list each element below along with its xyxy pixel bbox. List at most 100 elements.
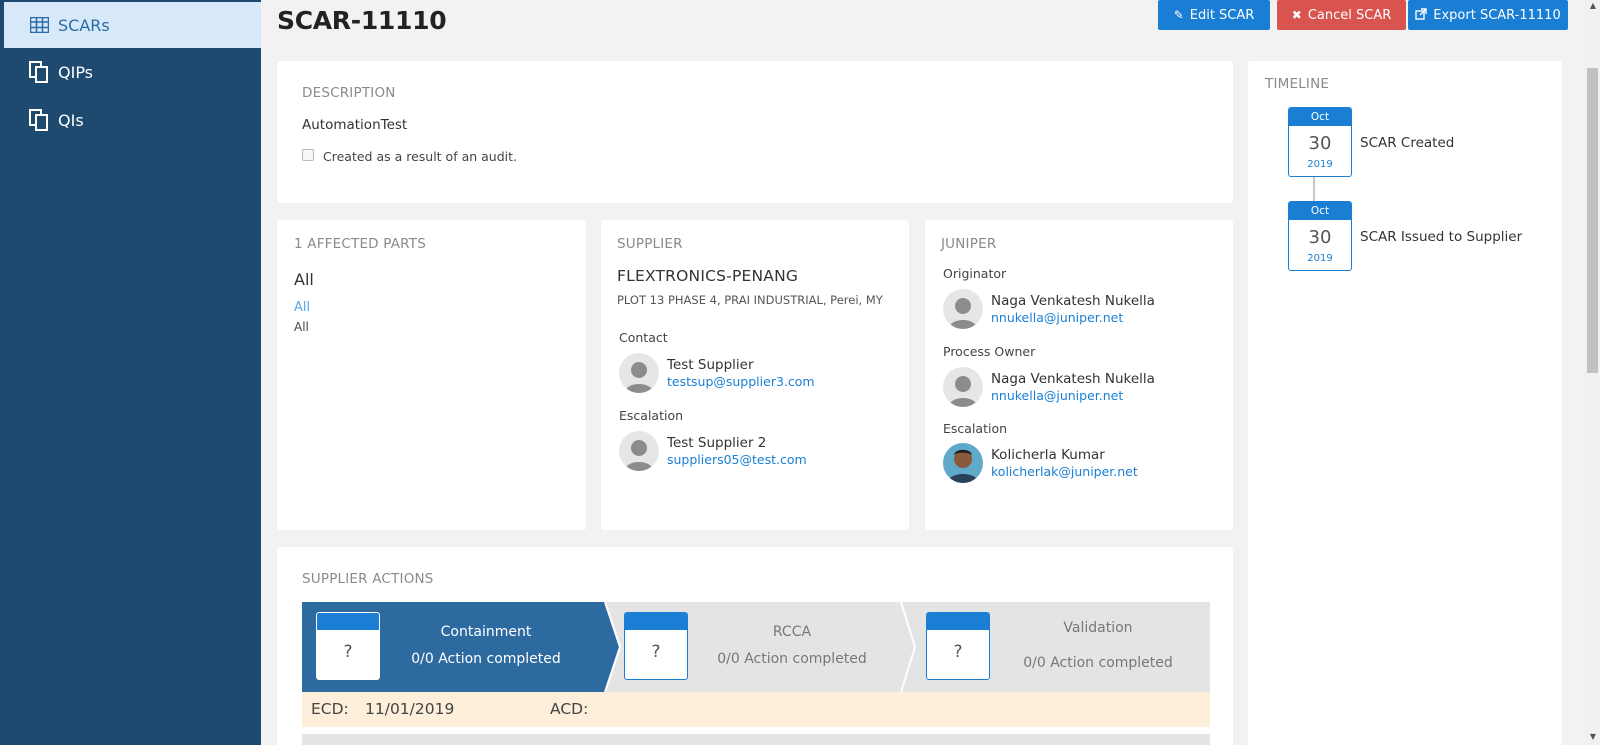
step-title: Validation xyxy=(1063,620,1133,636)
description-heading: DESCRIPTION xyxy=(302,85,396,101)
escalation-label: Escalation xyxy=(619,408,684,423)
timeline-event-label: SCAR Created xyxy=(1360,135,1455,151)
contact-name: Test Supplier xyxy=(667,356,754,373)
action-steps: ? Containment 0/0 Action completed ? RCC… xyxy=(302,602,1210,692)
supplier-address: PLOT 13 PHASE 4, PRAI INDUSTRIAL, Perei,… xyxy=(617,293,883,307)
edit-scar-button[interactable]: ✎ Edit SCAR xyxy=(1158,0,1270,30)
ecd-label: ECD: xyxy=(311,700,349,718)
juniper-card: JUNIPER Originator Naga Venkatesh Nukell… xyxy=(925,220,1233,530)
originator-label: Originator xyxy=(943,266,1007,281)
step-status: 0/0 Action completed xyxy=(411,651,561,667)
step-status-box: ? xyxy=(624,612,688,680)
step-status-value: ? xyxy=(343,642,353,662)
affected-parts-card: 1 AFFECTED PARTS All All All xyxy=(277,220,586,530)
sidebar-item-qips[interactable]: QIPs xyxy=(4,49,261,95)
step-chevron xyxy=(604,602,622,692)
timeline-event-label: SCAR Issued to Supplier xyxy=(1360,229,1523,245)
originator-email[interactable]: nnukella@juniper.net xyxy=(991,310,1155,326)
contact-email[interactable]: testsup@supplier3.com xyxy=(667,374,815,390)
step-status-box: ? xyxy=(316,612,380,680)
process-owner-email[interactable]: nnukella@juniper.net xyxy=(991,388,1155,404)
avatar xyxy=(943,289,983,329)
export-scar-label: Export SCAR-11110 xyxy=(1433,7,1561,23)
process-owner-label: Process Owner xyxy=(943,344,1036,359)
timeline-year: 2019 xyxy=(1307,253,1333,264)
avatar xyxy=(619,431,659,471)
supplier-escalation: Test Supplier 2 suppliers05@test.com xyxy=(619,431,807,471)
sidebar-item-label: QIPs xyxy=(58,62,94,82)
parts-link[interactable]: All xyxy=(294,300,310,315)
edit-scar-label: Edit SCAR xyxy=(1189,7,1255,23)
step-status-value: ? xyxy=(651,642,661,662)
step-status-box-top xyxy=(625,613,687,630)
documents-icon xyxy=(28,109,50,131)
step-status: 0/0 Action completed xyxy=(1023,655,1173,671)
timeline-card: TIMELINE Oct 30 2019 SCAR Created Oct 30… xyxy=(1248,61,1562,745)
timeline-heading: TIMELINE xyxy=(1265,76,1330,92)
supplier-card: SUPPLIER FLEXTRONICS-PENANG PLOT 13 PHAS… xyxy=(601,220,909,530)
ecd-value: 11/01/2019 xyxy=(365,700,455,718)
juniper-escalation: Kolicherla Kumar kolicherlak@juniper.net xyxy=(943,443,1138,483)
audit-checkbox[interactable] xyxy=(302,148,314,161)
timeline-connector xyxy=(1313,176,1315,202)
originator-name: Naga Venkatesh Nukella xyxy=(991,292,1155,309)
timeline-day: 30 xyxy=(1308,227,1332,248)
acd-label: ACD: xyxy=(550,700,589,718)
sidebar-item-label: SCARs xyxy=(58,15,110,35)
timeline-month: Oct xyxy=(1289,108,1351,126)
description-card: DESCRIPTION AutomationTest Created as a … xyxy=(277,61,1233,203)
escalation-name: Test Supplier 2 xyxy=(667,434,767,451)
supplier-contact: Test Supplier testsup@supplier3.com xyxy=(619,353,815,393)
timeline-month: Oct xyxy=(1289,202,1351,220)
cancel-scar-label: Cancel SCAR xyxy=(1307,7,1392,23)
audit-label: Created as a result of an audit. xyxy=(323,149,518,164)
pencil-icon: ✎ xyxy=(1173,8,1184,22)
step-status-box: ? xyxy=(926,612,990,680)
avatar xyxy=(943,367,983,407)
export-scar-button[interactable]: Export SCAR-11110 xyxy=(1408,0,1568,30)
documents-icon xyxy=(28,61,50,83)
cancel-scar-button[interactable]: ✖ Cancel SCAR xyxy=(1277,0,1406,30)
escalation-email[interactable]: suppliers05@test.com xyxy=(667,452,807,468)
contact-label: Contact xyxy=(619,330,668,345)
step-status-box-top xyxy=(927,613,989,630)
scroll-up-icon[interactable]: ▲ xyxy=(1589,2,1597,10)
supplier-actions-card: SUPPLIER ACTIONS ? Containment 0/0 Actio… xyxy=(277,547,1233,745)
scroll-down-icon[interactable]: ▼ xyxy=(1589,733,1597,741)
parts-sub: All xyxy=(294,320,309,334)
avatar-photo xyxy=(943,443,983,483)
audit-row: Created as a result of an audit. xyxy=(302,148,518,164)
step-title: Containment xyxy=(440,624,532,640)
step-title: RCCA xyxy=(772,624,812,640)
juniper-originator: Naga Venkatesh Nukella nnukella@juniper.… xyxy=(943,289,1155,329)
parts-title: All xyxy=(294,270,314,289)
sidebar: SCARs QIPs QIs xyxy=(0,0,261,745)
timeline-date-badge: Oct 30 2019 xyxy=(1288,201,1352,271)
ecd-bar: ECD: 11/01/2019 ACD: xyxy=(302,692,1210,727)
affected-parts-heading: 1 AFFECTED PARTS xyxy=(294,236,426,252)
external-link-icon xyxy=(1415,7,1427,23)
juniper-escalation-email[interactable]: kolicherlak@juniper.net xyxy=(991,464,1138,480)
process-owner-name: Naga Venkatesh Nukella xyxy=(991,370,1155,387)
step-status-box-top xyxy=(317,613,379,630)
sidebar-item-qis[interactable]: QIs xyxy=(4,97,261,143)
juniper-heading: JUNIPER xyxy=(941,236,997,252)
description-text: AutomationTest xyxy=(302,117,408,133)
close-icon: ✖ xyxy=(1291,8,1302,22)
timeline-day: 30 xyxy=(1308,133,1332,154)
juniper-escalation-label: Escalation xyxy=(943,421,1008,436)
supplier-heading: SUPPLIER xyxy=(617,236,683,252)
scrollbar-thumb[interactable] xyxy=(1587,68,1598,373)
page-title: SCAR-11110 xyxy=(277,6,447,35)
table-icon xyxy=(28,14,50,36)
supplier-actions-heading: SUPPLIER ACTIONS xyxy=(302,571,434,587)
avatar xyxy=(619,353,659,393)
supplier-name: FLEXTRONICS-PENANG xyxy=(617,267,799,285)
step-status: 0/0 Action completed xyxy=(717,651,867,667)
sidebar-item-scars[interactable]: SCARs xyxy=(4,2,261,48)
sidebar-item-label: QIs xyxy=(58,110,84,130)
juniper-escalation-name: Kolicherla Kumar xyxy=(991,446,1105,463)
timeline-year: 2019 xyxy=(1307,159,1333,170)
action-list-header xyxy=(302,734,1210,745)
timeline-date-badge: Oct 30 2019 xyxy=(1288,107,1352,177)
